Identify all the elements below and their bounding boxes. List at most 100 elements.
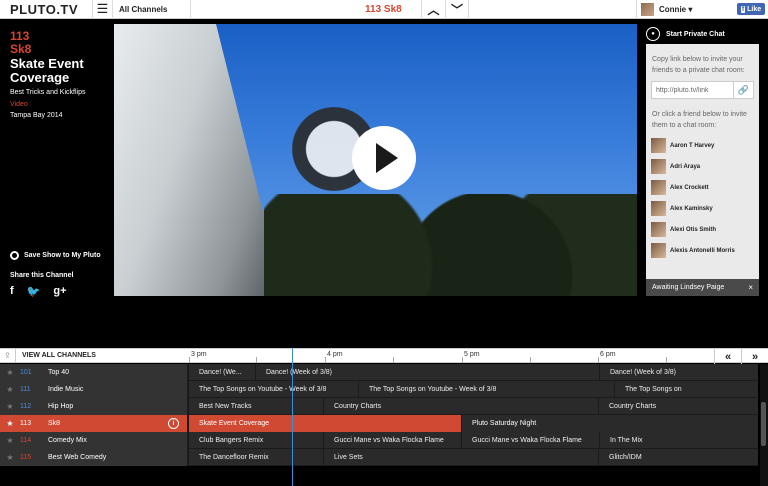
favorite-star-icon[interactable]: ★: [0, 402, 20, 411]
invite-link-field[interactable]: [652, 82, 733, 98]
program-cell[interactable]: Gucci Mane vs Waka Flocka Flame: [461, 432, 599, 449]
time-label: 3 pm: [191, 351, 207, 358]
top-bar: PLUTO.TV ☰ All Channels 113 Sk8 ︿ ﹀ Conn…: [0, 0, 768, 19]
program-cell[interactable]: Pluto Saturday Night: [461, 415, 758, 432]
program-cell-current[interactable]: Skate Event Coverage: [188, 415, 461, 432]
guide-channel[interactable]: ★ 115 Best Web Comedy: [0, 449, 188, 466]
google-plus-share-icon[interactable]: g+: [53, 285, 66, 298]
guide-channel[interactable]: ★ 114 Comedy Mix: [0, 432, 188, 449]
favorite-star-icon[interactable]: ★: [0, 419, 20, 428]
play-button[interactable]: [352, 126, 416, 190]
friend-avatar: [651, 243, 666, 258]
program-cell[interactable]: Live Sets: [323, 449, 598, 466]
pluto-logo[interactable]: PLUTO.TV: [0, 0, 93, 19]
program-cell[interactable]: Dance! (We...: [188, 364, 255, 381]
facebook-icon: f: [740, 5, 746, 13]
like-label: Like: [747, 5, 762, 13]
time-tick: [666, 357, 667, 363]
friend-item[interactable]: Alex Crockett: [651, 177, 754, 198]
friends-text: Or click a friend below to invite them t…: [652, 111, 747, 129]
user-menu[interactable]: Connie ▾: [636, 0, 732, 19]
time-label: 5 pm: [464, 351, 480, 358]
show-subtitle: Best Tricks and Kickflips: [10, 89, 86, 96]
program-cell[interactable]: Club Bangers Remix: [188, 432, 323, 449]
facebook-like-button[interactable]: f Like: [737, 3, 765, 15]
favorite-star-icon[interactable]: ★: [0, 436, 20, 445]
favorite-star-icon[interactable]: ★: [0, 368, 20, 377]
guide-channel[interactable]: ★ 111 Indie Music: [0, 381, 188, 398]
friend-item[interactable]: Alexis Antonelli Morris: [651, 240, 754, 261]
show-title: Skate Event Coverage: [10, 56, 84, 85]
program-cell[interactable]: The Top Songs on Youtube - Week of 3/8: [188, 381, 358, 398]
guide-programs: The Dancefloor Remix Live Sets Glitch/ID…: [188, 449, 758, 466]
time-tick: [325, 357, 326, 363]
guide-channel-name: Comedy Mix: [48, 437, 87, 444]
program-cell[interactable]: Dance! (Week of 3/8): [599, 364, 758, 381]
program-cell[interactable]: Country Charts: [323, 398, 598, 415]
guide-channel-name: Sk8: [48, 420, 61, 427]
favorite-star-icon[interactable]: ★: [0, 453, 20, 462]
guide-channel[interactable]: ★ 112 Hip Hop: [0, 398, 188, 415]
guide-scrollbar-thumb[interactable]: [761, 402, 766, 446]
time-label: 6 pm: [600, 351, 616, 358]
time-tick: [462, 357, 463, 363]
program-cell[interactable]: Gucci Mane vs Waka Flocka Flame: [323, 432, 461, 449]
guide-programs: Skate Event Coverage Pluto Saturday Nigh…: [188, 415, 758, 432]
all-channels-button[interactable]: All Channels: [113, 0, 191, 19]
guide-channel-name: Best Web Comedy: [48, 454, 107, 461]
awaiting-status: Awaiting Lindsey Paige ×: [646, 279, 759, 296]
hamburger-icon[interactable]: ☰: [93, 0, 113, 19]
guide-channel[interactable]: ★ 101 Top 40: [0, 364, 188, 381]
info-icon[interactable]: i: [168, 418, 179, 429]
program-cell[interactable]: The Dancefloor Remix: [188, 449, 323, 466]
radio-icon: [10, 251, 19, 260]
show-location: Tampa Bay 2014: [10, 112, 63, 119]
close-icon[interactable]: ×: [748, 283, 753, 292]
friend-name: Alexi Otis Smith: [670, 226, 717, 233]
friend-item[interactable]: Alex Kaminsky: [651, 198, 754, 219]
time-tick: [530, 357, 531, 363]
friend-item[interactable]: Alexi Otis Smith: [651, 219, 754, 240]
guide-channel-number: 113: [20, 420, 32, 427]
avatar: [641, 3, 654, 16]
guide-row: ★ 111 Indie Music The Top Songs on Youtu…: [0, 381, 758, 398]
save-show-button[interactable]: Save Show to My Pluto: [10, 251, 101, 260]
show-category: Video: [10, 101, 28, 108]
friend-avatar: [651, 138, 666, 153]
program-cell[interactable]: Dance! (Week of 3/8): [255, 364, 599, 381]
guide-next-button[interactable]: »: [741, 349, 768, 364]
twitter-share-icon[interactable]: 🐦: [27, 285, 41, 298]
chat-icon: ●: [646, 27, 660, 41]
guide-channel-number: 115: [20, 454, 32, 461]
guide-row: ★ 114 Comedy Mix Club Bangers Remix Gucc…: [0, 432, 758, 449]
collapse-guide-icon[interactable]: ⇪: [0, 348, 16, 363]
program-cell[interactable]: Country Charts: [598, 398, 758, 415]
view-all-channels-button[interactable]: VIEW ALL CHANNELS: [16, 352, 188, 359]
chevron-up-icon[interactable]: ︿: [421, 0, 445, 19]
friend-name: Alex Kaminsky: [670, 205, 713, 212]
guide-prev-button[interactable]: «: [714, 349, 741, 364]
channel-guide: ★ 101 Top 40 Dance! (We... Dance! (Week …: [0, 364, 758, 466]
program-cell[interactable]: In The Mix: [599, 432, 758, 449]
program-cell[interactable]: The Top Songs on Youtube - Week of 3/8: [358, 381, 614, 398]
guide-programs: Club Bangers Remix Gucci Mane vs Waka Fl…: [188, 432, 758, 449]
friend-avatar: [651, 201, 666, 216]
friend-avatar: [651, 159, 666, 174]
guide-row: ★ 101 Top 40 Dance! (We... Dance! (Week …: [0, 364, 758, 381]
facebook-share-icon[interactable]: f: [10, 285, 14, 298]
program-cell[interactable]: Glitch/IDM: [598, 449, 758, 466]
guide-programs: Dance! (We... Dance! (Week of 3/8) Dance…: [188, 364, 758, 381]
time-tick: [598, 357, 599, 363]
video-player[interactable]: [114, 24, 637, 296]
favorite-star-icon[interactable]: ★: [0, 385, 20, 394]
friend-item[interactable]: Aaron T Harvey: [651, 135, 754, 156]
guide-programs: The Top Songs on Youtube - Week of 3/8 T…: [188, 381, 758, 398]
guide-channel[interactable]: ★ 113 Sk8 i: [0, 415, 188, 432]
program-cell[interactable]: The Top Songs on: [614, 381, 758, 398]
link-icon[interactable]: 🔗: [733, 82, 753, 98]
program-cell[interactable]: Best New Tracks: [188, 398, 323, 415]
guide-channel-name: Top 40: [48, 369, 70, 376]
start-private-chat-button[interactable]: ● Start Private Chat: [646, 24, 759, 44]
friend-item[interactable]: Adri Araya: [651, 156, 754, 177]
chevron-down-icon[interactable]: ﹀: [445, 0, 469, 19]
